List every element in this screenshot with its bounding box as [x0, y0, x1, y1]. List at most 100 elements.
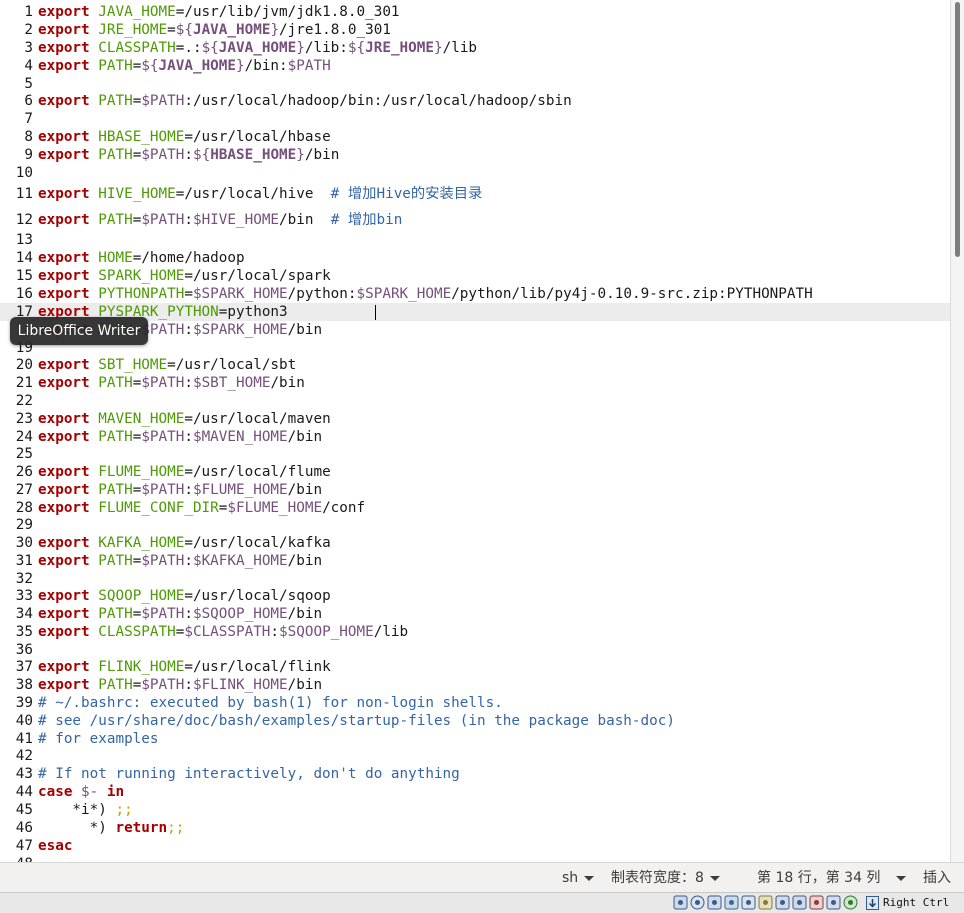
code-line[interactable]: 22 [0, 392, 950, 410]
code-line[interactable]: 33 export SQOOP_HOME=/usr/local/sqoop [0, 587, 950, 605]
code-line[interactable]: 16 export PYTHONPATH=$SPARK_HOME/python:$… [0, 285, 950, 303]
code-token: /usr/local/flink [192, 659, 331, 675]
text-caret [375, 305, 376, 320]
code-token: } [236, 58, 245, 74]
vertical-scrollbar[interactable] [950, 0, 964, 862]
code-token: export [38, 212, 90, 228]
code-line[interactable]: 34 export PATH=$PATH:$SQOOP_HOME/bin [0, 605, 950, 623]
line-number: 27 [15, 482, 33, 498]
code-line[interactable]: 1 export JAVA_HOME=/usr/lib/jvm/jdk1.8.0_… [0, 3, 950, 21]
code-token: FLUME_CONF_DIR [98, 500, 219, 516]
optical-drive-icon[interactable] [690, 895, 705, 910]
code-line[interactable]: 30 export KAFKA_HOME=/usr/local/kafka [0, 534, 950, 552]
code-line[interactable]: 43 # If not running interactively, don't … [0, 765, 950, 783]
code-line[interactable]: 45 *i*) ;; [0, 801, 950, 819]
line-number: 31 [15, 553, 33, 569]
code-line[interactable]: 35 export CLASSPATH=$CLASSPATH:$SQOOP_HOM… [0, 623, 950, 641]
line-number: 20 [15, 357, 33, 373]
code-line[interactable]: 36 [0, 641, 950, 659]
hard-disk-icon[interactable] [673, 895, 688, 910]
code-token: PATH [98, 677, 133, 693]
audio-icon[interactable] [707, 895, 722, 910]
code-token: /python/lib/py4j-0.10.9-src.zip:PYTHONPA… [451, 286, 813, 302]
cursor-position-selector[interactable]: 第 18 行，第 34 列 [757, 868, 907, 888]
mouse-integration-icon[interactable] [843, 895, 858, 910]
code-token: $SPARK_HOME [356, 286, 452, 302]
code-line[interactable]: 38 export PATH=$PATH:$FLINK_HOME/bin [0, 676, 950, 694]
code-token: $PATH [141, 482, 185, 498]
code-line[interactable]: 5 [0, 75, 950, 93]
code-line[interactable]: 27 export PATH=$PATH:$FLUME_HOME/bin [0, 481, 950, 499]
insert-mode-indicator[interactable]: 插入 [923, 868, 951, 888]
tab-width-selector[interactable]: 制表符宽度：8 [611, 868, 720, 888]
code-line[interactable]: 37 export FLINK_HOME=/usr/local/flink [0, 658, 950, 676]
line-code: export KAFKA_HOME=/usr/local/kafka [38, 534, 331, 552]
code-line[interactable]: 32 [0, 570, 950, 588]
code-line[interactable]: 23 export MAVEN_HOME=/usr/local/maven [0, 410, 950, 428]
code-line[interactable]: 13 [0, 231, 950, 249]
line-number: 11 [15, 186, 33, 202]
code-line[interactable]: 26 export FLUME_HOME=/usr/local/flume [0, 463, 950, 481]
code-line[interactable]: 15 export SPARK_HOME=/usr/local/spark [0, 267, 950, 285]
code-token: $PATH [141, 606, 185, 622]
code-token: export [38, 411, 90, 427]
code-line[interactable]: 24 export PATH=$PATH:$MAVEN_HOME/bin [0, 428, 950, 446]
display-icon[interactable] [775, 895, 790, 910]
code-line[interactable]: 46 *) return;; [0, 819, 950, 837]
line-code: export PATH=$PATH:$KAFKA_HOME/bin [38, 552, 322, 570]
line-code: export JRE_HOME=${JAVA_HOME}/jre1.8.0_30… [38, 21, 391, 39]
usb-icon[interactable] [741, 895, 756, 910]
code-token: /bin: [244, 58, 288, 74]
text-editor[interactable]: 1 export JAVA_HOME=/usr/lib/jvm/jdk1.8.0_… [0, 0, 950, 862]
code-line[interactable]: 4 export PATH=${JAVA_HOME}/bin:$PATH [0, 57, 950, 75]
line-number: 26 [15, 464, 33, 480]
line-code: export PATH=$PATH:${HBASE_HOME}/bin [38, 146, 339, 164]
code-line[interactable]: 9 export PATH=$PATH:${HBASE_HOME}/bin [0, 146, 950, 164]
language-selector[interactable]: sh [562, 868, 595, 888]
code-token: } [296, 147, 305, 163]
code-line[interactable]: 21 export PATH=$PATH:$SBT_HOME/bin [0, 374, 950, 392]
code-line[interactable]: 8 export HBASE_HOME=/usr/local/hbase [0, 128, 950, 146]
code-line[interactable]: 42 [0, 747, 950, 765]
code-line[interactable]: 3 export CLASSPATH=.:${JAVA_HOME}/lib:${J… [0, 39, 950, 57]
code-token: $PATH [141, 375, 185, 391]
code-line[interactable]: 39 # ~/.bashrc: executed by bash(1) for n… [0, 694, 950, 712]
code-line[interactable]: 29 [0, 516, 950, 534]
code-line[interactable]: 40 # see /usr/share/doc/bash/examples/sta… [0, 712, 950, 730]
code-token: : [184, 322, 193, 338]
scrollbar-thumb[interactable] [955, 2, 960, 257]
code-token: export [38, 375, 90, 391]
code-token: export [38, 186, 90, 202]
language-label: sh [562, 870, 579, 886]
line-code: esac [38, 837, 72, 855]
code-line[interactable]: 31 export PATH=$PATH:$KAFKA_HOME/bin [0, 552, 950, 570]
code-line[interactable]: 10 [0, 164, 950, 182]
line-number: 34 [15, 606, 33, 622]
line-number: 48 [4, 855, 33, 862]
code-line[interactable]: 41 # for examples [0, 730, 950, 748]
code-token: /bin [287, 482, 323, 498]
cpu-icon[interactable] [826, 895, 841, 910]
code-line[interactable]: 44 case $- in [0, 783, 950, 801]
code-line[interactable]: 25 [0, 445, 950, 463]
video-capture-icon[interactable] [792, 895, 807, 910]
code-line[interactable]: 48 [0, 855, 950, 862]
code-line[interactable]: 14 export HOME=/home/hadoop [0, 249, 950, 267]
code-line[interactable]: 12 export PATH=$PATH:$HIVE_HOME/bin # 增加b… [0, 211, 950, 229]
code-line[interactable]: 11 export HIVE_HOME=/usr/local/hive # 增加H… [0, 185, 950, 203]
code-line[interactable]: 47 esac [0, 837, 950, 855]
shared-folder-icon[interactable] [758, 895, 773, 910]
code-line[interactable]: 20 export SBT_HOME=/usr/local/sbt [0, 356, 950, 374]
network-icon[interactable] [724, 895, 739, 910]
code-line[interactable]: 28 export FLUME_CONF_DIR=$FLUME_HOME/conf [0, 499, 950, 517]
code-token: export [38, 268, 90, 284]
recording-icon[interactable] [809, 895, 824, 910]
code-line[interactable]: 7 [0, 110, 950, 128]
code-line[interactable]: 2 export JRE_HOME=${JAVA_HOME}/jre1.8.0_3… [0, 21, 950, 39]
code-line[interactable]: 6 export PATH=$PATH:/usr/local/hadoop/bin… [0, 92, 950, 110]
code-token: /bin [287, 429, 323, 445]
